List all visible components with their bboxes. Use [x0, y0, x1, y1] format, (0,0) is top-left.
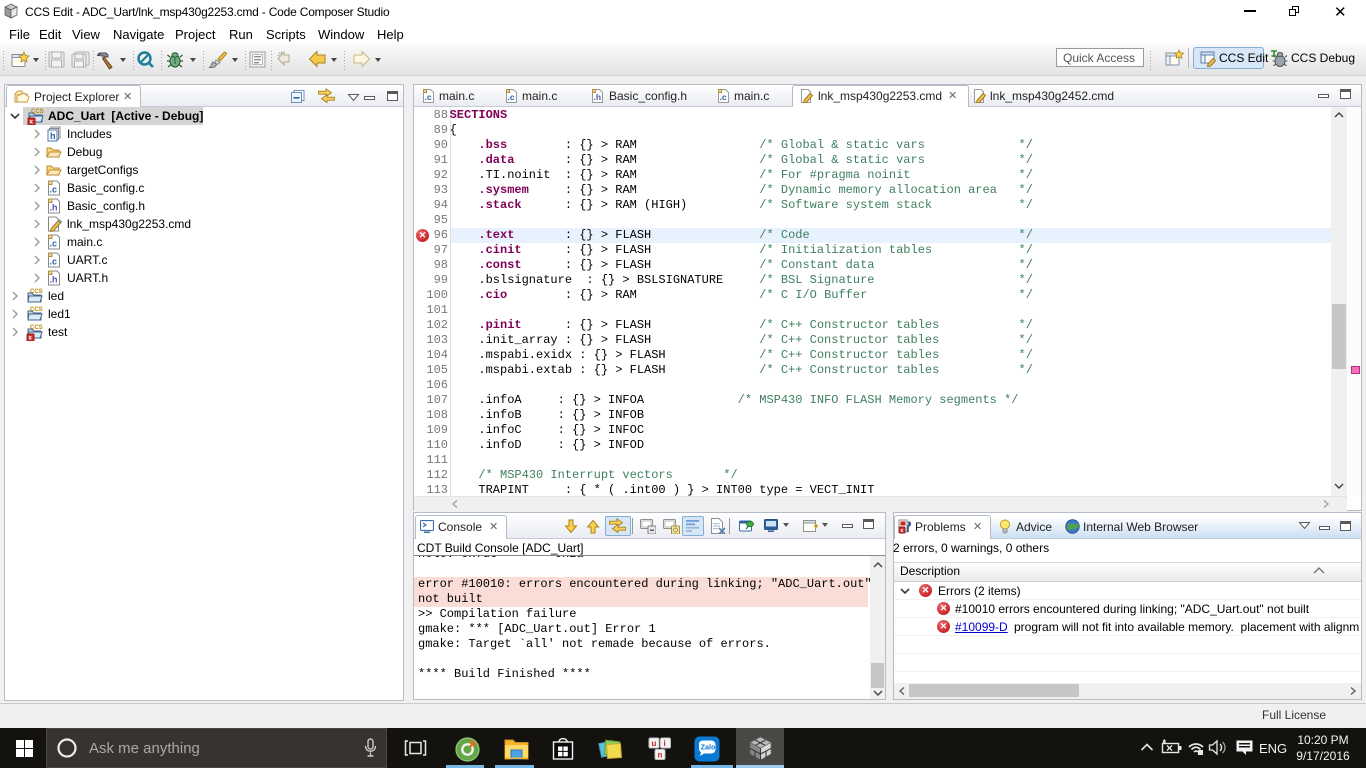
svg-text:Zalo: Zalo: [701, 743, 716, 752]
svg-text:CCS: CCS: [30, 325, 43, 331]
svg-text:.c: .c: [50, 239, 58, 249]
svg-text:n: n: [658, 751, 663, 760]
svg-text:.h: .h: [50, 203, 58, 213]
svg-text:.h: .h: [594, 92, 602, 102]
svg-text:u: u: [652, 739, 657, 748]
svg-text:.c: .c: [508, 92, 515, 102]
svg-text:CCS: CCS: [30, 307, 43, 313]
svg-text:CCS: CCS: [31, 109, 44, 115]
svg-text:CCS: CCS: [30, 289, 43, 295]
svg-text:h: h: [50, 131, 56, 141]
svg-text:.c: .c: [720, 92, 727, 102]
svg-text:.c: .c: [50, 185, 58, 195]
svg-text:i: i: [664, 739, 666, 748]
svg-text:.h: .h: [50, 275, 58, 285]
svg-text:x: x: [28, 335, 32, 341]
svg-text:.c: .c: [50, 257, 58, 267]
svg-text:.c: .c: [425, 92, 432, 102]
